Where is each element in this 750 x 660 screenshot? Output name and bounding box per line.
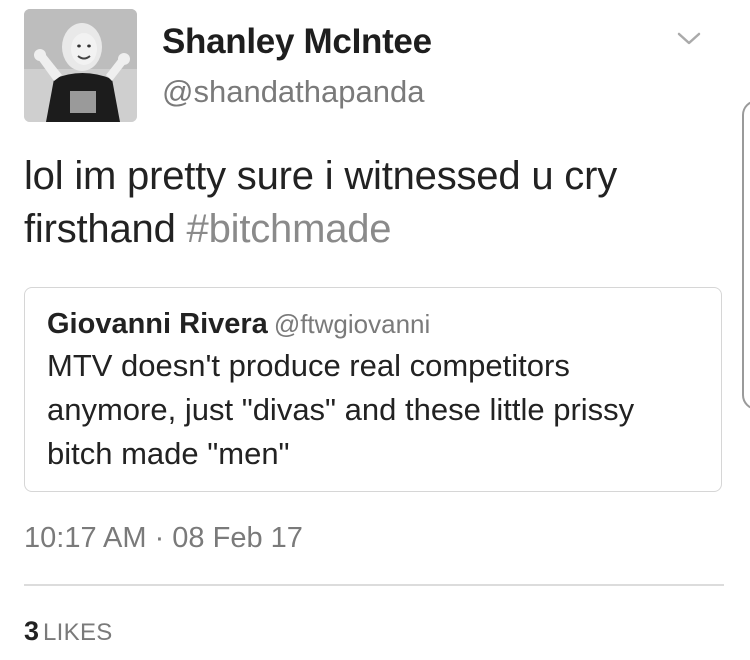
likes-count: 3 xyxy=(24,616,40,646)
quoted-tweet-card[interactable]: Giovanni Rivera @ftwgiovanni MTV doesn't … xyxy=(24,287,722,492)
chevron-down-icon[interactable] xyxy=(674,28,704,50)
tweet-detail: Shanley McIntee @shandathapanda lol im p… xyxy=(0,0,750,660)
author-display-name[interactable]: Shanley McIntee xyxy=(162,22,432,62)
author-handle[interactable]: @shandathapanda xyxy=(162,74,424,110)
likes-label: LIKES xyxy=(43,619,113,646)
quoted-author-name: Giovanni Rivera xyxy=(47,308,268,340)
avatar[interactable] xyxy=(24,9,137,122)
quoted-author-handle: @ftwgiovanni xyxy=(273,309,431,339)
tweet-text: lol im pretty sure i witnessed u cry fir… xyxy=(24,150,714,256)
profile-photo xyxy=(24,9,137,122)
quoted-tweet-header: Giovanni Rivera @ftwgiovanni xyxy=(47,308,430,341)
hashtag-link[interactable]: #bitchmade xyxy=(187,207,392,251)
quoted-tweet-text: MTV doesn't produce real competitors any… xyxy=(47,348,635,471)
tweet-timestamp: 10:17 AM · 08 Feb 17 xyxy=(24,522,303,554)
likes-stat[interactable]: 3 LIKES xyxy=(24,616,113,647)
divider xyxy=(24,584,724,586)
screen-edge-scrollbar[interactable] xyxy=(742,100,750,410)
